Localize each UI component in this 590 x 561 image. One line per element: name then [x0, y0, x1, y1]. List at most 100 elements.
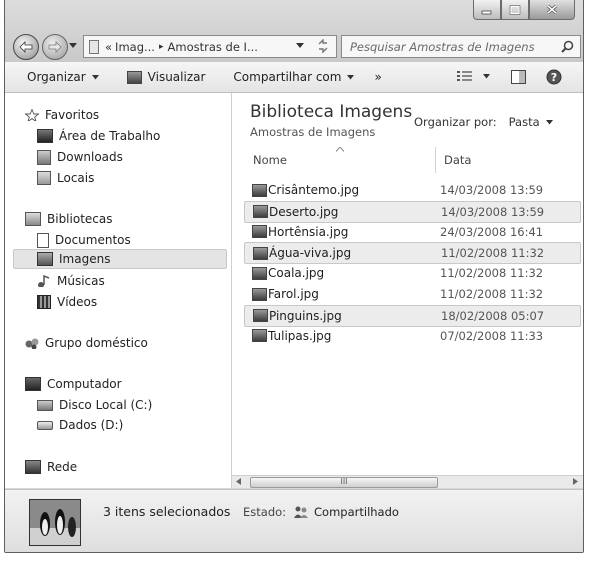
file-row[interactable]: Pinguins.jpg 18/02/2008 05:07 [244, 304, 581, 327]
homegroup-icon [25, 338, 39, 349]
window-controls [473, 0, 575, 20]
forward-arrow-icon [48, 41, 62, 53]
change-view-button[interactable] [457, 70, 490, 82]
file-name: Tulipas.jpg [268, 328, 332, 343]
file-date: 11/02/2008 11:32 [441, 246, 545, 261]
file-row[interactable]: Hortênsia.jpg 24/03/2008 16:41 [244, 222, 579, 242]
details-pane: 3 itens selecionados Estado: Compartilha… [5, 489, 583, 552]
breadcrumb-samples[interactable]: Amostras de I... [168, 40, 258, 54]
sidebar-item-videos[interactable]: Vídeos [37, 292, 227, 312]
file-list-pane: Biblioteca Imagens Amostras de Imagens O… [232, 93, 583, 488]
file-name: Coala.jpg [268, 266, 325, 281]
arrange-value-button[interactable]: Pasta [509, 115, 540, 129]
sidebar-item-label: Downloads [57, 150, 123, 164]
more-commands-button[interactable]: » [374, 70, 381, 84]
sidebar-item-label: Área de Trabalho [59, 129, 161, 143]
sidebar-item-music[interactable]: Músicas [37, 271, 227, 291]
column-divider[interactable] [435, 147, 436, 173]
sidebar-libraries[interactable]: Bibliotecas [25, 209, 215, 229]
jpeg-image-icon [253, 309, 268, 323]
file-row[interactable]: Água-viva.jpg 11/02/2008 11:32 [244, 242, 581, 265]
arrange-dropdown-icon[interactable] [545, 119, 553, 125]
video-icon [37, 295, 51, 309]
title-bar: « Imag... ▸ Amostras de I... Pesquisar A… [5, 0, 583, 62]
jpeg-image-icon [252, 225, 267, 239]
penguins-thumbnail-icon [30, 500, 80, 545]
scroll-left-icon[interactable] [236, 478, 242, 485]
sidebar-item-images[interactable]: Imagens [13, 249, 227, 269]
help-icon[interactable]: ? [546, 69, 562, 85]
recent-pages-chevron-icon[interactable] [69, 43, 77, 49]
library-title: Biblioteca Imagens [250, 102, 413, 122]
file-row[interactable]: Crisântemo.jpg 14/03/2008 13:59 [244, 180, 579, 200]
maximize-button[interactable] [501, 0, 529, 20]
sidebar-item-label: Imagens [59, 252, 111, 266]
organize-dropdown-icon [91, 74, 99, 79]
file-row[interactable]: Tulipas.jpg 07/02/2008 11:33 [244, 326, 579, 346]
file-name: Pinguins.jpg [269, 308, 342, 323]
file-row[interactable]: Farol.jpg 11/02/2008 11:32 [244, 284, 579, 304]
arrange-by: Organizar por: Pasta [414, 115, 553, 129]
sidebar-favorites[interactable]: Favoritos [25, 105, 215, 125]
sidebar-homegroup[interactable]: Grupo doméstico [25, 333, 215, 353]
breadcrumb-prefix[interactable]: « [105, 40, 112, 54]
star-icon [25, 109, 39, 121]
sidebar-item-downloads[interactable]: Downloads [37, 147, 227, 167]
sidebar-computer-label: Computador [47, 377, 122, 391]
sidebar-item-drive-c[interactable]: Disco Local (C:) [37, 395, 227, 415]
back-button[interactable] [13, 34, 39, 60]
command-bar: Organizar Visualizar Compartilhar com » … [5, 62, 583, 93]
sidebar-item-desktop[interactable]: Área de Trabalho [37, 126, 227, 146]
file-name: Hortênsia.jpg [268, 224, 349, 239]
address-bar[interactable]: « Imag... ▸ Amostras de I... [83, 35, 337, 58]
file-name: Farol.jpg [268, 287, 319, 301]
jpeg-image-icon [252, 287, 267, 301]
libraries-icon [25, 212, 41, 226]
organize-label: Organizar [27, 70, 86, 84]
breadcrumb-images[interactable]: Imag... [115, 40, 155, 54]
preview-pane-icon[interactable] [511, 70, 526, 84]
address-dropdown-icon[interactable] [296, 43, 304, 49]
close-button[interactable] [529, 0, 575, 20]
navigation-pane: Favoritos Área de Trabalho Downloads Loc… [5, 93, 232, 488]
recent-places-icon [37, 171, 51, 185]
organize-menu[interactable]: Organizar [27, 70, 99, 84]
file-date: 14/03/2008 13:59 [441, 204, 545, 219]
file-name: Deserto.jpg [269, 204, 339, 219]
sidebar-computer[interactable]: Computador [25, 374, 215, 394]
state-label: Estado: [243, 505, 287, 519]
explorer-window: « Imag... ▸ Amostras de I... Pesquisar A… [4, 0, 584, 553]
pictures-icon [37, 252, 53, 266]
breadcrumb-separator[interactable]: ▸ [159, 42, 164, 52]
sidebar-item-places[interactable]: Locais [37, 168, 227, 188]
scroll-right-icon[interactable] [573, 478, 579, 485]
share-menu[interactable]: Compartilhar com [233, 70, 355, 84]
minimize-button[interactable] [473, 0, 501, 20]
view-dropdown-icon [483, 73, 490, 78]
view-label: Visualizar [147, 70, 206, 84]
jpeg-image-icon [253, 246, 268, 260]
forward-button[interactable] [42, 34, 68, 60]
file-row[interactable]: Deserto.jpg 14/03/2008 13:59 [244, 200, 581, 223]
arrange-label: Organizar por: [414, 115, 497, 129]
column-header-date[interactable]: Data [444, 153, 471, 167]
horizontal-scrollbar[interactable]: III [232, 475, 583, 488]
file-date: 07/02/2008 11:33 [440, 328, 544, 343]
view-button[interactable]: Visualizar [126, 70, 206, 84]
jpeg-image-icon [253, 205, 268, 219]
jpeg-image-icon [252, 266, 267, 280]
file-row[interactable]: Coala.jpg 11/02/2008 11:32 [244, 263, 579, 283]
refresh-icon[interactable] [316, 39, 330, 53]
drive-icon [37, 420, 53, 430]
desktop-icon [37, 129, 53, 143]
file-date: 11/02/2008 11:32 [440, 266, 544, 281]
shared-users-icon [294, 506, 309, 518]
sidebar-item-drive-d[interactable]: Dados (D:) [37, 415, 227, 435]
search-box[interactable]: Pesquisar Amostras de Imagens [341, 35, 581, 58]
search-icon[interactable] [561, 40, 574, 53]
search-placeholder[interactable]: Pesquisar Amostras de Imagens [350, 40, 535, 54]
sidebar-item-documents[interactable]: Documentos [37, 230, 227, 250]
scrollbar-thumb[interactable]: III [250, 477, 438, 488]
column-header-name[interactable]: Nome [253, 153, 287, 167]
sidebar-network[interactable]: Rede [25, 457, 215, 477]
